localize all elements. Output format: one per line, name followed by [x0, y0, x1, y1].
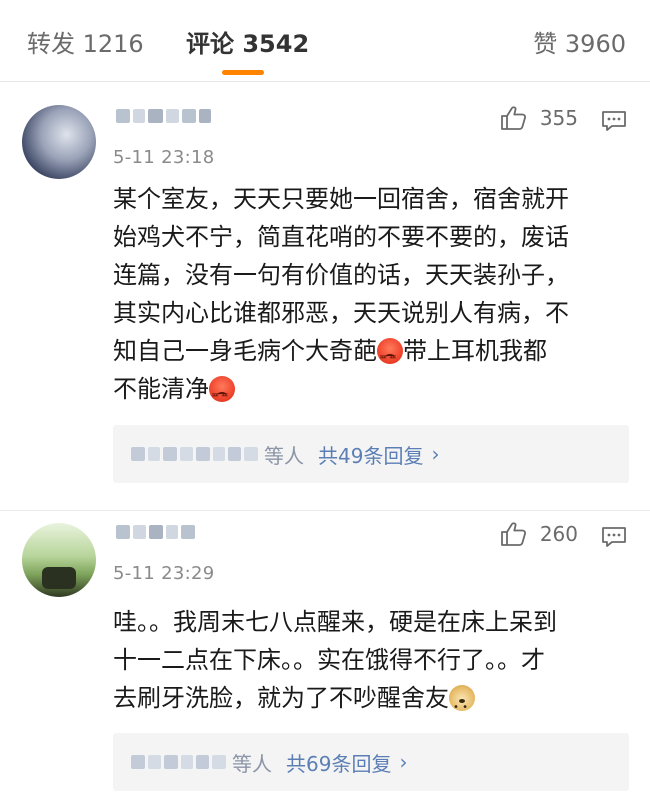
username-blurred[interactable]	[116, 525, 195, 545]
comment-body: 某个室友，天天只要她一回宿舍，宿舍就开 始鸡犬不宁，简直花哨的不要不要的，废话 …	[113, 180, 633, 415]
view-replies-link[interactable]: 共69条回复	[286, 748, 391, 777]
tab-reposts[interactable]: 转发 1216	[27, 24, 144, 59]
comment-time: 5-11 23:18	[113, 147, 215, 168]
comment-line-part: 知自己一身毛病个大奇葩	[113, 337, 377, 365]
comment-line-part: 不能清净	[113, 375, 209, 403]
view-replies-link[interactable]: 共49条回复	[318, 440, 423, 469]
reply-names-blurred	[131, 447, 258, 461]
like-button[interactable]: 355	[500, 105, 578, 131]
comment-time: 5-11 23:29	[113, 563, 215, 584]
comment-line-part: 带上耳机我都	[403, 337, 547, 365]
reply-names-suffix: 等人	[264, 443, 304, 468]
angry-face-emoji	[377, 338, 403, 377]
chevron-right-icon: ›	[431, 442, 440, 466]
thumbs-up-icon	[500, 522, 526, 546]
tab-bar: 转发 1216 评论 3542 赞 3960	[0, 0, 650, 82]
comment-line: 去刷牙洗脸，就为了不吵醒舍友	[113, 679, 633, 727]
reply-names-blurred	[131, 755, 226, 769]
chevron-right-icon: ›	[399, 750, 408, 774]
like-count: 260	[539, 522, 578, 546]
comment-line: 连篇，没有一句有价值的话，天天装孙子，	[113, 261, 569, 289]
avatar[interactable]	[22, 523, 96, 597]
active-tab-indicator	[222, 70, 264, 75]
comment-line: 哇。。我周末七八点醒来，硬是在床上呆到	[113, 608, 557, 636]
comment-body: 哇。。我周末七八点醒来，硬是在床上呆到 十一二点在下床。。实在饿得不行了。。才 …	[113, 603, 633, 727]
comment-item: 5-11 23:18 355 某个室友，天天只要她一回宿舍，宿舍就开 始鸡犬不宁…	[0, 95, 650, 490]
tab-likes[interactable]: 赞 3960	[533, 24, 626, 59]
comment-item: 5-11 23:29 260 哇。。我周末七八点醒来，硬是在床上呆到 十一二点在…	[0, 510, 650, 793]
comment-line: 其实内心比谁都邪恶，天天说别人有病，不	[113, 299, 569, 327]
avatar[interactable]	[22, 105, 96, 179]
comment-icon[interactable]	[600, 525, 628, 549]
comment-line-part: 去刷牙洗脸，就为了不吵醒舍友	[113, 684, 449, 712]
comment-line: 始鸡犬不宁，简直花哨的不要不要的，废话	[113, 223, 569, 251]
like-count: 355	[539, 106, 578, 130]
reply-names-suffix: 等人	[232, 751, 272, 776]
angry-face-emoji	[209, 376, 235, 415]
like-button[interactable]: 260	[500, 521, 578, 547]
thumbs-up-icon	[500, 106, 526, 130]
comment-line: 不能清净	[113, 370, 633, 415]
comment-line: 某个室友，天天只要她一回宿舍，宿舍就开	[113, 185, 569, 213]
tab-comments[interactable]: 评论 3542	[186, 24, 309, 59]
replies-preview[interactable]: 等人 共69条回复 ›	[113, 733, 629, 791]
replies-preview[interactable]: 等人 共49条回复 ›	[113, 425, 629, 483]
comment-line: 十一二点在下床。。实在饿得不行了。。才	[113, 646, 545, 674]
doge-emoji	[449, 685, 475, 727]
comment-line: 知自己一身毛病个大奇葩带上耳机我都	[113, 332, 633, 377]
username-blurred[interactable]	[116, 109, 211, 129]
comment-icon[interactable]	[600, 109, 628, 133]
